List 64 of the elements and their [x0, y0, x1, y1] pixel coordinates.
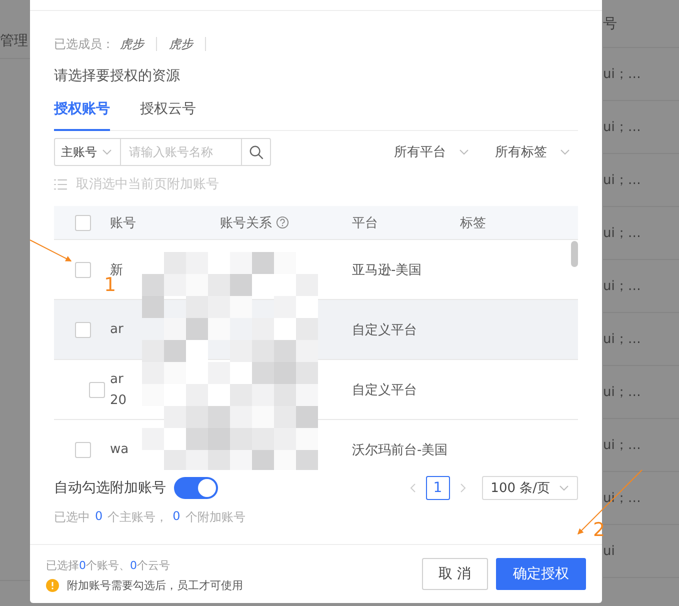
warning-icon — [46, 578, 59, 592]
checkbox[interactable] — [75, 442, 91, 458]
platform-name: 自定义平台 — [352, 322, 417, 338]
page-size-dropdown[interactable]: 100 条/页 — [482, 476, 578, 500]
column-header: 账号 — [110, 214, 136, 232]
platform-name: 沃尔玛前台-美国 — [352, 442, 448, 458]
account-name: ar — [110, 372, 124, 386]
selection-summary: 已选择0个账号、0个云号 — [46, 558, 171, 572]
scope-dropdown[interactable]: 主账号 — [54, 138, 121, 166]
chevron-icon — [560, 149, 570, 155]
checkbox[interactable] — [75, 322, 91, 338]
page-number[interactable]: 1 — [426, 476, 450, 500]
chevron-icon — [459, 149, 469, 155]
warning-text: 附加账号需要勾选后，员工才可使用 — [67, 578, 243, 592]
search-icon — [248, 144, 264, 160]
checkbox[interactable] — [75, 262, 91, 278]
scrollbar[interactable] — [571, 241, 578, 267]
cancel-button[interactable]: 取 消 — [422, 558, 488, 590]
column-header: 平台 — [352, 214, 378, 232]
table-cell-text: ui；… — [603, 225, 641, 242]
selection-summary: 已选中 0 个主账号， 0 个附加账号 — [54, 509, 246, 526]
tab[interactable]: 授权账号 — [54, 98, 110, 131]
filter-dropdown[interactable]: 所有标签 — [495, 138, 570, 166]
list-icon — [54, 178, 67, 190]
next-icon[interactable] — [460, 483, 466, 493]
table-cell-text: ui；… — [603, 66, 641, 83]
previous-icon[interactable] — [410, 483, 416, 493]
table-cell-text: ui；… — [603, 437, 641, 454]
chevron-icon — [559, 485, 569, 491]
annotation-label: 1 — [104, 275, 116, 295]
account-name: 20 — [110, 392, 127, 408]
table-cell-text: ui；… — [603, 331, 641, 348]
column-header: 标签 — [460, 214, 486, 232]
column-header: 账号关系 — [220, 214, 272, 232]
platform-name: 亚马逊-美国 — [352, 262, 422, 278]
account-name: wa — [110, 442, 129, 457]
table-cell: ui — [603, 544, 615, 558]
table-cell-text: ui；… — [603, 384, 641, 401]
search-field[interactable]: 请输入账号名称 — [120, 138, 242, 166]
checkbox[interactable] — [75, 214, 91, 230]
table-cell-text: ui；… — [603, 278, 641, 295]
table-cell-text: ui；… — [603, 172, 641, 189]
account-name: 新 — [110, 262, 123, 278]
toggle-switch[interactable] — [174, 477, 218, 499]
table-cell-text: ui；… — [603, 490, 641, 507]
table-cell-text: ui；… — [603, 119, 641, 136]
annotation-arrow — [577, 470, 642, 535]
filter-dropdown[interactable]: 所有平台 — [394, 138, 469, 166]
annotation-label: 2 — [593, 520, 606, 540]
member-name: 虎步 — [157, 37, 206, 51]
platform-name: 自定义平台 — [352, 382, 417, 398]
help-icon — [276, 216, 289, 229]
member-name: 虎步 — [114, 37, 157, 51]
tab[interactable]: 授权云号 — [140, 98, 196, 131]
annotation-arrow — [30, 240, 72, 262]
checkbox[interactable] — [89, 382, 105, 398]
confirm-button[interactable]: 确定授权 — [496, 558, 586, 590]
members-label: 已选成员： — [54, 36, 114, 52]
section-title: 请选择要授权的资源 — [54, 67, 181, 86]
search-button[interactable] — [241, 138, 271, 166]
chevron-icon — [102, 149, 112, 155]
account-name: ar — [110, 322, 124, 337]
column-header: 号 — [603, 14, 617, 32]
toggle-label: 自动勾选附加账号 — [54, 479, 166, 497]
